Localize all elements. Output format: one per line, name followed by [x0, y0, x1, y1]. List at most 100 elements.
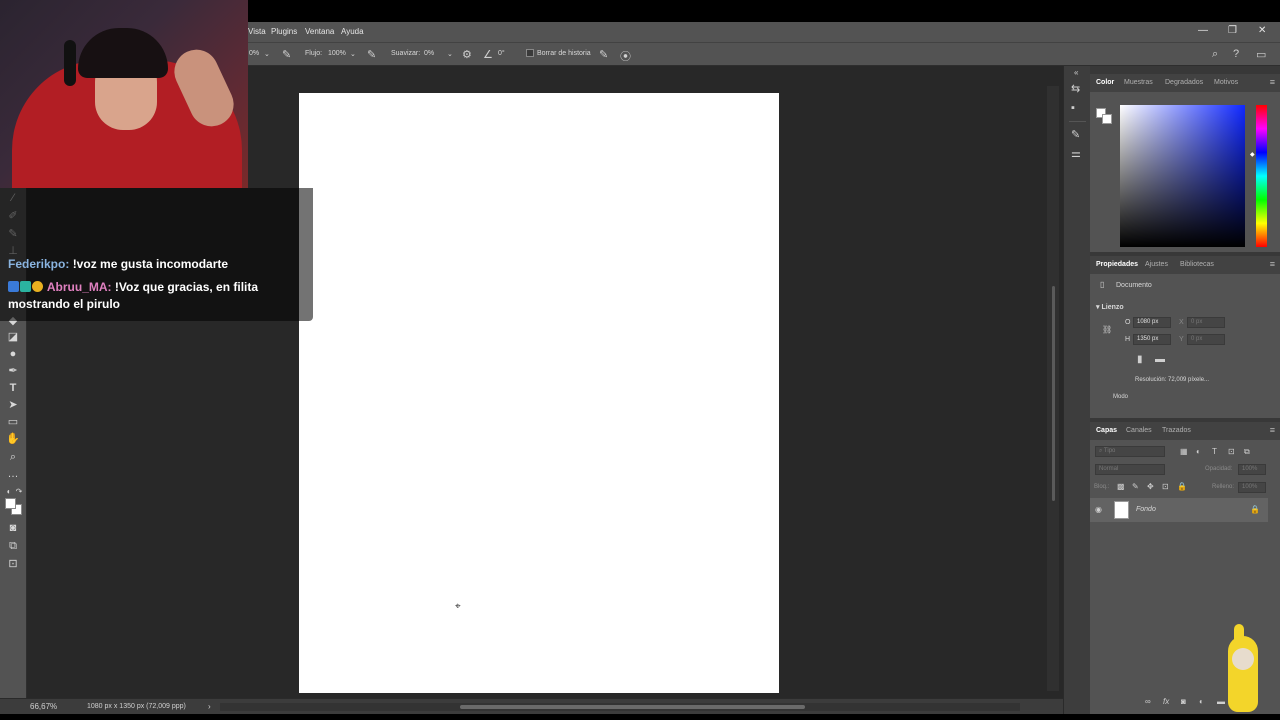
fill-field[interactable]: 100%	[1238, 482, 1266, 493]
tab-degradados[interactable]: Degradados	[1165, 79, 1203, 86]
filter-adjust-icon[interactable]: ◐	[1196, 447, 1201, 456]
layer-name[interactable]: Fondo	[1136, 506, 1156, 513]
y-field[interactable]: 0 px	[1187, 334, 1225, 345]
hue-slider[interactable]	[1256, 105, 1267, 247]
tab-motivos[interactable]: Motivos	[1214, 79, 1238, 86]
tab-color[interactable]: Color	[1096, 79, 1114, 86]
eye-icon[interactable]: ◉	[1095, 505, 1102, 514]
chevron-down-icon[interactable]: ⌄	[264, 50, 270, 58]
width-label: O	[1125, 319, 1131, 326]
link-layers-icon[interactable]: ∞	[1145, 697, 1151, 706]
menu-plugins[interactable]: Plugins	[271, 27, 297, 36]
lock-pixels-icon[interactable]: ▩	[1117, 482, 1125, 491]
foreground-color-swatch[interactable]	[5, 498, 16, 509]
chevron-down-icon[interactable]: ⌄	[447, 50, 453, 58]
close-button[interactable]: ✕	[1258, 25, 1266, 36]
opacity-field[interactable]: 100%	[1238, 464, 1266, 475]
screen-mode-icon[interactable]: ⧉	[6, 541, 20, 552]
document-canvas[interactable]	[299, 93, 779, 693]
horizontal-scrollbar[interactable]	[220, 703, 1020, 711]
zoom-level[interactable]: 66,67%	[30, 702, 57, 711]
fx-icon[interactable]: fx	[1163, 697, 1169, 706]
link-icon[interactable]: ⛓	[1102, 325, 1112, 334]
dodge-icon[interactable]: ●	[6, 349, 20, 360]
restore-button[interactable]: ❐	[1228, 25, 1237, 36]
swap-colors-icon[interactable]: ↷	[12, 486, 26, 497]
zoom-icon[interactable]: ⌕	[6, 452, 20, 463]
tab-muestras[interactable]: Muestras	[1124, 79, 1153, 86]
help-icon[interactable]: ?	[1233, 48, 1239, 60]
color-picker-field[interactable]	[1120, 105, 1245, 247]
collapse-icon[interactable]: «	[1074, 68, 1078, 77]
color-panel-tabs: Color Muestras Degradados Motivos ≡	[1090, 74, 1280, 92]
vertical-scrollbar-thumb[interactable]	[1052, 286, 1055, 501]
new-adjustment-icon[interactable]: ◐	[1199, 697, 1204, 706]
panel-menu-icon[interactable]: ≡	[1270, 425, 1275, 435]
path-select-icon[interactable]: ➤	[6, 400, 20, 411]
lock-artboard-icon[interactable]: ⊡	[1162, 482, 1169, 491]
canvas-section-title[interactable]: ▾ Lienzo	[1096, 303, 1124, 311]
gradient-icon[interactable]: ◪	[6, 332, 20, 343]
menu-ventana[interactable]: Ventana	[305, 27, 334, 36]
brush-settings-icon[interactable]: ✎	[1071, 128, 1080, 141]
panel-menu-icon[interactable]: ≡	[1270, 77, 1275, 87]
hand-icon[interactable]: ✋	[6, 434, 20, 445]
flow-value[interactable]: 100%	[328, 50, 346, 57]
pressure-size-icon[interactable]: ✎	[599, 48, 608, 61]
layer-filter-search[interactable]: ⌕ Tipo	[1095, 446, 1165, 457]
tab-bibliotecas[interactable]: Bibliotecas	[1180, 261, 1214, 268]
tab-propiedades[interactable]: Propiedades	[1096, 261, 1138, 268]
filter-type-icon[interactable]: T	[1212, 447, 1217, 456]
landscape-orientation-icon[interactable]: ▬	[1155, 354, 1165, 365]
more-tools-icon[interactable]: …	[6, 469, 20, 480]
menu-vista[interactable]: Vista	[248, 27, 266, 36]
smoothing-value[interactable]: 0%	[424, 50, 434, 57]
blend-mode-select[interactable]: Normal	[1095, 464, 1165, 475]
rectangle-icon[interactable]: ▭	[6, 417, 20, 428]
history-icon[interactable]: ⇆	[1071, 82, 1080, 95]
angle-value[interactable]: 0°	[498, 50, 505, 57]
layer-filter-placeholder: Tipo	[1103, 448, 1116, 454]
height-field[interactable]: 1350 px	[1133, 334, 1171, 345]
tab-capas[interactable]: Capas	[1096, 427, 1117, 434]
panel-menu-icon[interactable]: ≡	[1270, 259, 1275, 269]
vertical-scrollbar[interactable]	[1047, 86, 1059, 691]
tab-canales[interactable]: Canales	[1126, 427, 1152, 434]
layer-row-fondo[interactable]: ◉ Fondo 🔒	[1090, 498, 1268, 522]
comments-icon[interactable]: ▪	[1071, 102, 1075, 114]
adjustments-icon[interactable]: ⚌	[1071, 147, 1081, 160]
search-icon[interactable]: ⌕	[1212, 48, 1218, 61]
background-color-chip[interactable]	[1102, 114, 1112, 124]
artboard-icon[interactable]: ⊡	[6, 559, 20, 570]
filter-smart-icon[interactable]: ⧉	[1244, 447, 1250, 457]
type-icon[interactable]: T	[6, 383, 20, 394]
tab-trazados[interactable]: Trazados	[1162, 427, 1191, 434]
symmetry-icon[interactable]: ⦿	[620, 48, 631, 64]
pen-icon[interactable]: ✒	[6, 366, 20, 377]
lock-position-icon[interactable]: ✥	[1147, 482, 1154, 491]
horizontal-scrollbar-thumb[interactable]	[460, 705, 805, 709]
gear-icon[interactable]: ⚙	[462, 48, 472, 61]
portrait-orientation-icon[interactable]: ▮	[1137, 354, 1143, 365]
x-field[interactable]: 0 px	[1187, 317, 1225, 328]
tab-ajustes[interactable]: Ajustes	[1145, 261, 1168, 268]
minimize-button[interactable]: —	[1198, 25, 1208, 36]
filter-shape-icon[interactable]: ⊡	[1228, 447, 1235, 456]
erase-history-checkbox[interactable]	[526, 49, 534, 57]
canvas-section-label: Lienzo	[1101, 304, 1124, 311]
lock-icon[interactable]: 🔒	[1250, 505, 1260, 514]
chevron-right-icon[interactable]: ›	[208, 702, 211, 711]
quick-mask-icon[interactable]: ◙	[6, 523, 20, 534]
filter-pixel-icon[interactable]: ▦	[1180, 447, 1188, 456]
chevron-down-icon[interactable]: ⌄	[350, 50, 356, 58]
width-field[interactable]: 1080 px	[1133, 317, 1171, 328]
airbrush-icon[interactable]: ✎	[367, 48, 376, 61]
opacity-value[interactable]: 0%	[249, 50, 259, 57]
lock-paint-icon[interactable]: ✎	[1132, 482, 1139, 491]
lock-all-icon[interactable]: 🔒	[1177, 482, 1187, 491]
pressure-opacity-icon[interactable]: ✎	[282, 48, 291, 61]
menu-ayuda[interactable]: Ayuda	[341, 27, 364, 36]
add-mask-icon[interactable]: ◙	[1181, 697, 1186, 706]
share-icon[interactable]: ▭	[1256, 48, 1266, 61]
hue-marker-icon[interactable]: ◆	[1250, 151, 1255, 158]
